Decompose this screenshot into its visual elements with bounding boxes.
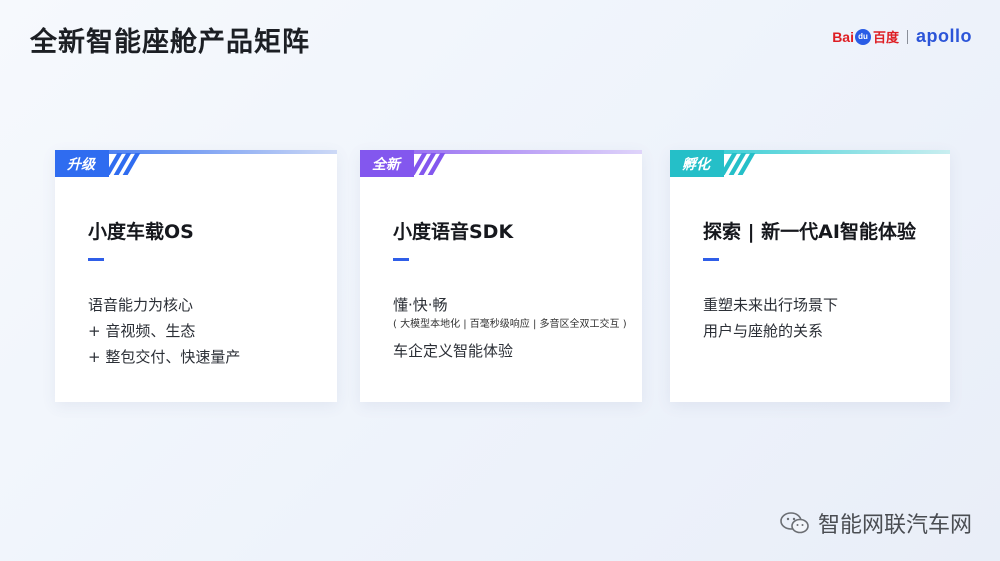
card-tag-label: 升级 (55, 150, 109, 177)
card-description: 懂·快·畅 ( 大模型本地化 | 百毫秒级响应 | 多音区全双工交互 ) 车企定… (393, 292, 627, 364)
baidu-logo-prefix: Bai (832, 28, 854, 45)
card-title: 小度车载OS (88, 221, 194, 243)
card-tag: 升级 (55, 150, 141, 177)
card-note: ( 大模型本地化 | 百毫秒级响应 | 多音区全双工交互 ) (393, 319, 627, 330)
card-line: 重塑未来出行场景下 (703, 296, 839, 314)
logo-divider (907, 29, 908, 44)
card-line: 语音能力为核心 (88, 296, 194, 314)
page-title: 全新智能座舱产品矩阵 (30, 27, 310, 58)
baidu-paw-icon: du (854, 28, 871, 45)
card-dash (393, 258, 409, 261)
card-line: 车企定义智能体验 (393, 342, 514, 360)
card-description: 重塑未来出行场景下 用户与座舱的关系 (703, 292, 838, 344)
baidu-logo: Bai du 百度 (832, 27, 899, 46)
card-line: 懂·快·畅 (393, 296, 448, 314)
brand-logos: Bai du 百度 apollo (832, 26, 972, 47)
card-tag-label: 全新 (360, 150, 414, 177)
product-card-explore: 孵化 探索 | 新一代AI智能体验 重塑未来出行场景下 用户与座舱的关系 (670, 150, 950, 402)
wechat-icon (780, 512, 809, 534)
card-title: 小度语音SDK (393, 221, 514, 243)
card-dash (88, 258, 104, 261)
card-tag: 全新 (360, 150, 446, 177)
card-tag-label: 孵化 (670, 150, 724, 177)
tag-stripes-icon (719, 150, 756, 177)
baidu-logo-cn: 百度 (872, 30, 899, 45)
card-dash (703, 258, 719, 261)
card-title: 探索 | 新一代AI智能体验 (703, 221, 916, 243)
card-line: + 整包交付、快速量产 (88, 348, 241, 366)
watermark-text: 智能网联汽车网 (817, 513, 972, 538)
tag-stripes-icon (409, 150, 446, 177)
tag-stripes-icon (104, 150, 141, 177)
watermark: 智能网联汽车网 (780, 507, 972, 539)
card-tag: 孵化 (670, 150, 756, 177)
card-description: 语音能力为核心 + 音视频、生态 + 整包交付、快速量产 (88, 292, 240, 370)
product-card-sdk: 全新 小度语音SDK 懂·快·畅 ( 大模型本地化 | 百毫秒级响应 | 多音区… (360, 150, 642, 402)
card-line: + 音视频、生态 (88, 322, 196, 340)
product-card-os: 升级 小度车载OS 语音能力为核心 + 音视频、生态 + 整包交付、快速量产 (55, 150, 337, 402)
card-line: 用户与座舱的关系 (703, 322, 824, 340)
apollo-logo: apollo (916, 26, 972, 46)
